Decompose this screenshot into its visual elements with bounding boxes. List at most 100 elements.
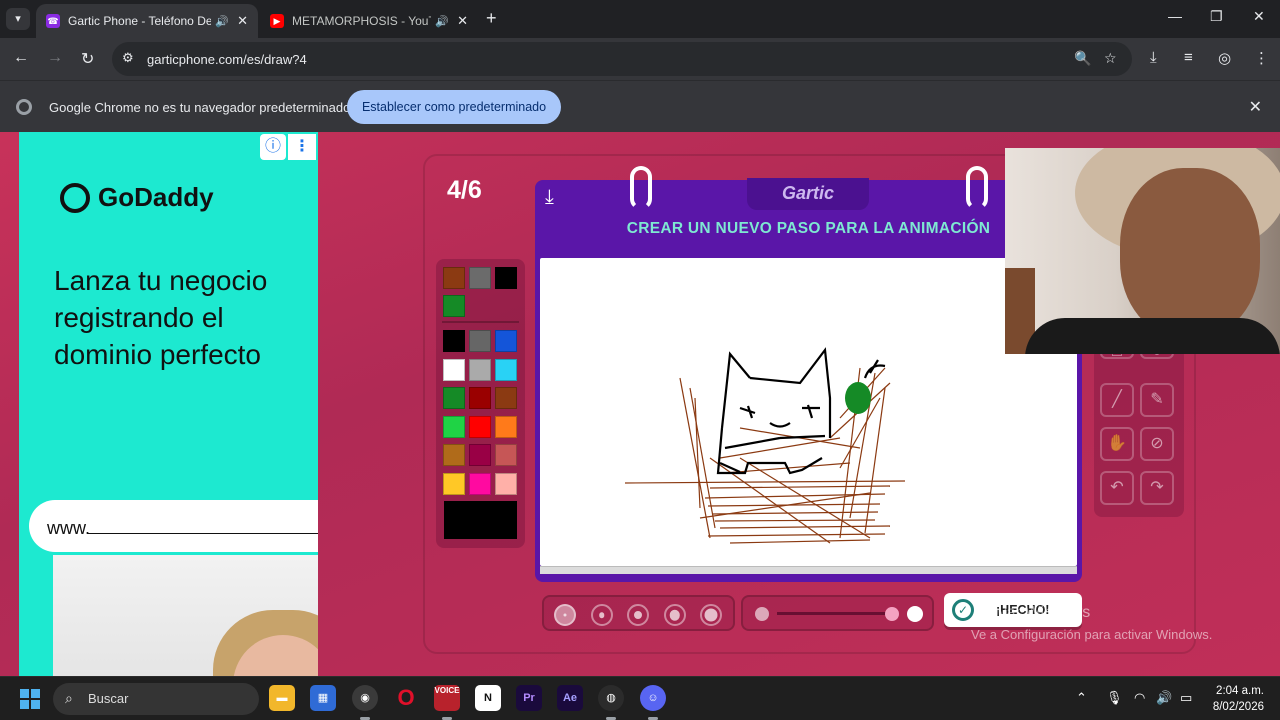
search-icon: ⌕ bbox=[65, 690, 73, 706]
profile-icon[interactable]: ◎ bbox=[1218, 49, 1231, 67]
speaker-icon[interactable]: 🔊 bbox=[435, 15, 449, 28]
obs-icon[interactable]: ◍ bbox=[598, 685, 624, 720]
color-swatch[interactable] bbox=[443, 472, 465, 495]
tab-search-button[interactable]: ▾ bbox=[6, 8, 30, 30]
opera-icon[interactable]: O bbox=[393, 685, 419, 711]
tab-youtube[interactable]: ▶ METAMORPHOSIS - YouTube 🔊 ✕ bbox=[260, 4, 478, 38]
back-button[interactable]: ← bbox=[13, 49, 29, 67]
recent-color-swatch[interactable] bbox=[495, 267, 517, 289]
color-swatch[interactable] bbox=[469, 415, 491, 438]
voicemeeter-icon[interactable]: VOICE bbox=[434, 685, 460, 720]
color-swatch[interactable] bbox=[443, 330, 465, 352]
infobar-close-icon[interactable]: ✕ bbox=[1249, 97, 1262, 117]
close-tab-icon[interactable]: ✕ bbox=[457, 13, 468, 29]
eyedropper-tool-icon[interactable]: ✎ bbox=[1140, 383, 1174, 417]
webcam-overlay bbox=[1005, 148, 1280, 354]
color-swatch[interactable] bbox=[469, 330, 491, 352]
opacity-track[interactable] bbox=[777, 612, 893, 615]
taskbar-search[interactable]: ⌕ Buscar bbox=[53, 683, 259, 715]
ad-info-icon[interactable]: ⓘ bbox=[260, 134, 286, 160]
ad-domain-prefix: www. bbox=[47, 518, 91, 538]
file-explorer-icon[interactable]: ▬ bbox=[269, 685, 295, 711]
chrome-icon[interactable]: ◉ bbox=[352, 685, 378, 720]
tab-gartic[interactable]: ☎ Gartic Phone - Teléfono De 🔊 ✕ bbox=[36, 4, 258, 38]
color-swatch[interactable] bbox=[469, 358, 491, 381]
palette-divider bbox=[442, 321, 519, 323]
site-settings-icon[interactable]: ⚙ bbox=[122, 50, 134, 66]
tray-overflow-icon[interactable]: ⌃ bbox=[1076, 690, 1087, 706]
bookmark-star-icon[interactable]: ☆ bbox=[1104, 50, 1117, 67]
address-bar[interactable]: ⚙ garticphone.com/es/draw?4 🔍 ☆ bbox=[112, 42, 1132, 76]
discord-icon[interactable]: ☺ bbox=[640, 685, 666, 720]
color-swatch[interactable] bbox=[443, 387, 465, 409]
after-effects-icon[interactable]: Ae bbox=[557, 685, 583, 711]
redo-icon[interactable]: ↷ bbox=[1140, 471, 1174, 505]
battery-icon[interactable]: ▭ bbox=[1180, 690, 1192, 706]
ad-brand: GoDaddy bbox=[98, 182, 214, 212]
color-swatch[interactable] bbox=[495, 444, 517, 466]
recent-color-swatch[interactable] bbox=[443, 295, 465, 317]
godaddy-logo-icon bbox=[60, 182, 90, 213]
green-blob bbox=[845, 382, 871, 414]
opacity-slider[interactable] bbox=[741, 595, 934, 631]
set-default-button[interactable]: Establecer como predeterminado bbox=[347, 90, 561, 124]
color-swatch[interactable] bbox=[443, 444, 465, 466]
brush-size-1-button[interactable] bbox=[554, 604, 576, 626]
premiere-pro-icon[interactable]: Pr bbox=[516, 685, 542, 711]
brush-size-4-button[interactable] bbox=[663, 604, 686, 626]
ad-domain-field[interactable]: www. bbox=[29, 500, 318, 552]
webcam-face bbox=[1120, 168, 1260, 338]
windows-start-icon[interactable] bbox=[20, 689, 40, 709]
zoom-icon[interactable]: 🔍 bbox=[1074, 50, 1091, 67]
color-swatch[interactable] bbox=[495, 472, 517, 495]
new-tab-button[interactable]: + bbox=[486, 8, 497, 29]
minimize-button[interactable]: — bbox=[1168, 8, 1182, 24]
download-drawing-icon[interactable]: ⤓ bbox=[545, 186, 554, 209]
fill-tool-icon[interactable]: ✋ bbox=[1100, 427, 1134, 461]
godaddy-ad[interactable]: ⓘ ⋮ GoDaddy Lanza tu negocio registrando… bbox=[19, 132, 318, 676]
volume-icon[interactable]: 🔊 bbox=[1156, 690, 1172, 706]
media-control-icon[interactable]: ≡ bbox=[1184, 49, 1193, 66]
ad-menu-icon[interactable]: ⋮ bbox=[288, 134, 316, 160]
brush-size-2-button[interactable] bbox=[590, 604, 613, 626]
close-tab-icon[interactable]: ✕ bbox=[237, 13, 248, 29]
maximize-button[interactable]: ❐ bbox=[1210, 8, 1223, 25]
color-swatch[interactable] bbox=[469, 472, 491, 495]
notion-icon[interactable]: N bbox=[475, 685, 501, 711]
brush-size-3-button[interactable] bbox=[627, 604, 649, 626]
tab-strip: ▾ ☎ Gartic Phone - Teléfono De 🔊 ✕ ▶ MET… bbox=[0, 0, 1280, 38]
opacity-min-knob bbox=[755, 607, 769, 621]
search-placeholder: Buscar bbox=[88, 691, 129, 706]
microphone-icon[interactable]: 🎙 bbox=[1106, 690, 1123, 706]
color-swatch[interactable] bbox=[469, 387, 491, 409]
undo-icon[interactable]: ↶ bbox=[1100, 471, 1134, 505]
recent-color-swatch[interactable] bbox=[443, 267, 465, 289]
activate-windows-subtitle: Ve a Configuración para activar Windows. bbox=[971, 627, 1213, 642]
line-tool-icon[interactable]: ╱ bbox=[1100, 383, 1134, 417]
brush-size-5-button[interactable] bbox=[700, 604, 722, 626]
color-swatch[interactable] bbox=[495, 415, 517, 438]
color-swatch[interactable] bbox=[495, 330, 517, 352]
color-swatch[interactable] bbox=[495, 358, 517, 381]
color-swatch[interactable] bbox=[443, 415, 465, 438]
drawing-canvas[interactable] bbox=[540, 258, 1077, 566]
menu-icon[interactable]: ⋮ bbox=[1254, 49, 1269, 67]
clear-tool-icon[interactable]: ⊘ bbox=[1140, 427, 1174, 461]
forward-button[interactable]: → bbox=[47, 49, 63, 67]
tool-panel: □ ○ ╱ ✎ ✋ ⊘ ↶ ↷ bbox=[1094, 335, 1184, 517]
opacity-thumb[interactable] bbox=[885, 607, 899, 621]
board-sheets bbox=[540, 566, 1077, 574]
wifi-icon[interactable]: ◠ bbox=[1134, 690, 1145, 706]
download-icon[interactable]: ⤓ bbox=[1150, 49, 1157, 66]
store-icon[interactable]: ▦ bbox=[310, 685, 336, 711]
color-swatch[interactable] bbox=[443, 358, 465, 381]
speaker-icon[interactable]: 🔊 bbox=[215, 15, 229, 28]
recent-color-swatch[interactable] bbox=[469, 267, 491, 289]
close-window-button[interactable]: ✕ bbox=[1253, 8, 1265, 25]
system-clock[interactable]: 2:04 a.m. 8/02/2026 bbox=[1213, 683, 1264, 715]
url-text[interactable]: garticphone.com/es/draw?4 bbox=[147, 52, 307, 67]
reload-button[interactable]: ↻ bbox=[81, 49, 94, 69]
opacity-max-knob bbox=[907, 606, 923, 622]
color-swatch[interactable] bbox=[495, 387, 517, 409]
color-swatch[interactable] bbox=[469, 444, 491, 466]
